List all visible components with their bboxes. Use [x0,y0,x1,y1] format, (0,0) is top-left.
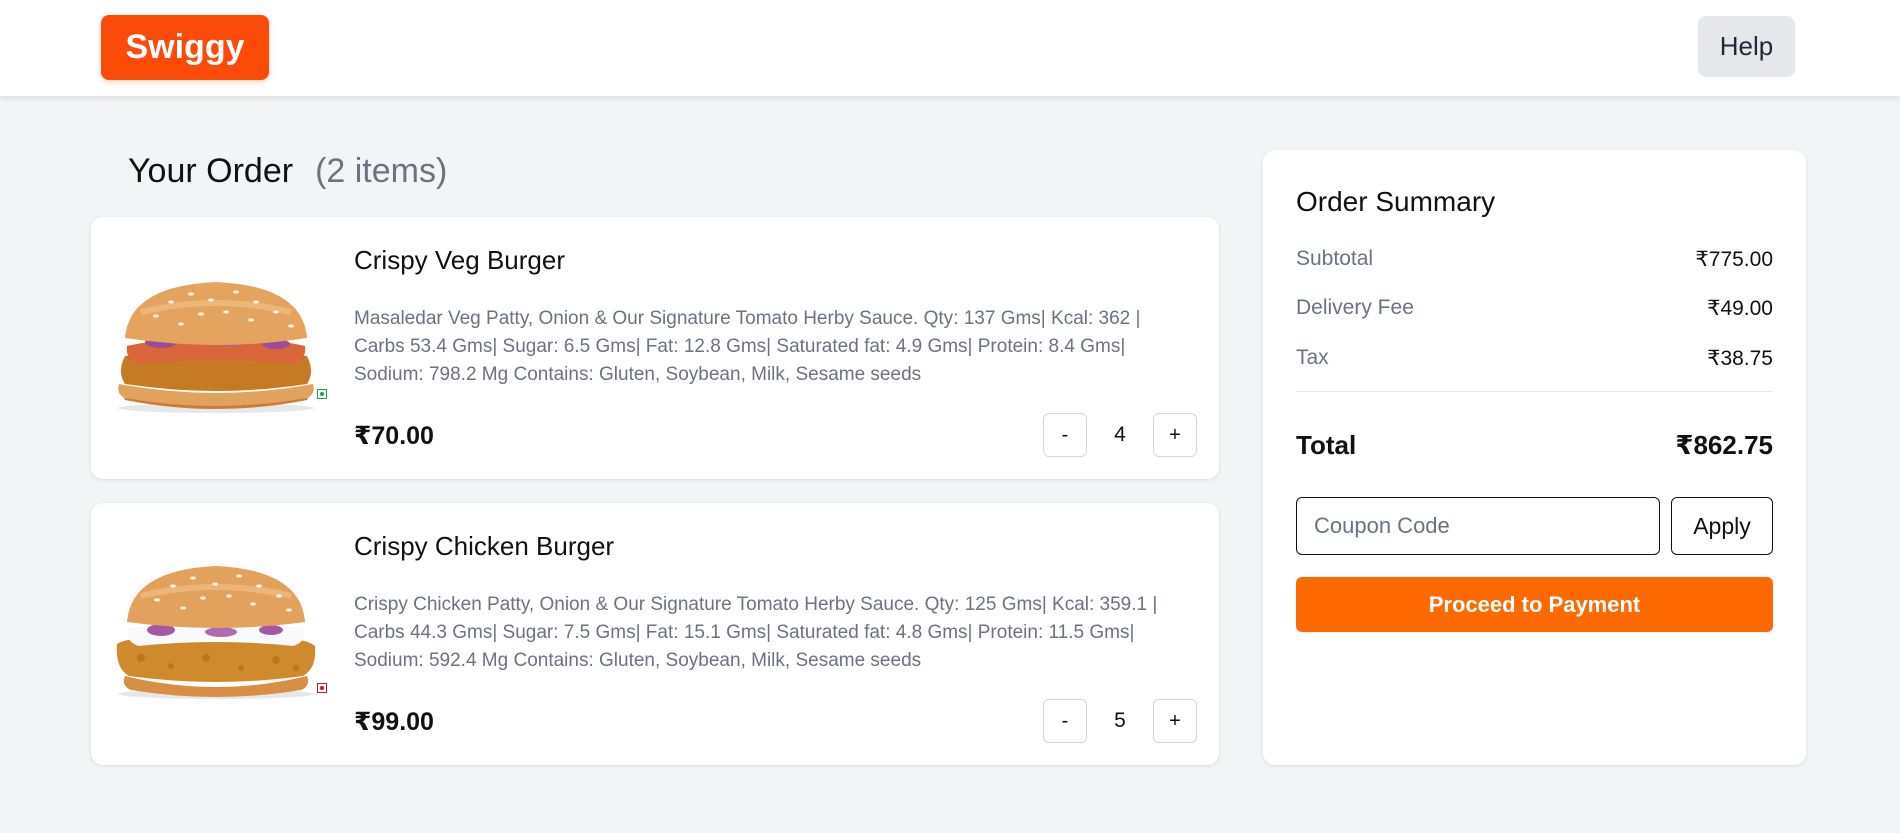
help-button[interactable]: Help [1698,16,1795,77]
item-price: ₹99.00 [354,708,434,736]
cart-item-card: Crispy Veg Burger Masaledar Veg Patty, O… [91,217,1219,479]
order-heading: Your Order (2 items) [128,152,447,191]
summary-divider [1296,391,1773,392]
increase-quantity-button[interactable]: + [1153,699,1197,743]
summary-title: Order Summary [1296,186,1496,217]
cart-item-card: Crispy Chicken Burger Crispy Chicken Pat… [91,503,1219,765]
subtotal-value: ₹775.00 [1695,248,1773,271]
proceed-to-payment-button[interactable]: Proceed to Payment [1296,577,1773,632]
item-price: ₹70.00 [354,422,434,450]
top-header: Swiggy Help [0,0,1900,96]
order-summary-panel: Order Summary Subtotal ₹775.00 Delivery … [1263,150,1806,765]
item-quantity: 4 [1114,423,1126,446]
order-title: Your Order [128,152,294,190]
order-item-count: (2 items) [315,152,448,190]
delivery-fee-row: Delivery Fee ₹49.00 [1296,296,1773,321]
coupon-code-input[interactable] [1296,497,1660,555]
subtotal-row: Subtotal ₹775.00 [1296,247,1773,272]
increase-quantity-button[interactable]: + [1153,413,1197,457]
subtotal-label: Subtotal [1296,247,1374,270]
item-quantity: 5 [1114,709,1126,732]
item-name: Crispy Veg Burger [354,245,565,275]
item-description: Crispy Chicken Patty, Onion & Our Signat… [354,594,1158,671]
tax-value: ₹38.75 [1707,347,1773,370]
item-description: Masaledar Veg Patty, Onion & Our Signatu… [354,308,1141,385]
decrease-quantity-button[interactable]: - [1043,413,1087,457]
item-name: Crispy Chicken Burger [354,531,615,561]
delivery-fee-label: Delivery Fee [1296,296,1414,319]
veg-indicator-icon [317,389,327,399]
non-veg-indicator-icon [317,683,327,693]
tax-row: Tax ₹38.75 [1296,346,1773,371]
swiggy-logo[interactable]: Swiggy [101,15,269,80]
total-value: ₹862.75 [1675,430,1773,460]
delivery-fee-value: ₹49.00 [1707,297,1773,320]
tax-label: Tax [1296,346,1329,369]
apply-coupon-button[interactable]: Apply [1671,497,1773,555]
burger-image [118,282,314,413]
burger-image [116,566,316,699]
total-row: Total ₹862.75 [1296,430,1773,461]
decrease-quantity-button[interactable]: - [1043,699,1087,743]
total-label: Total [1296,430,1357,460]
